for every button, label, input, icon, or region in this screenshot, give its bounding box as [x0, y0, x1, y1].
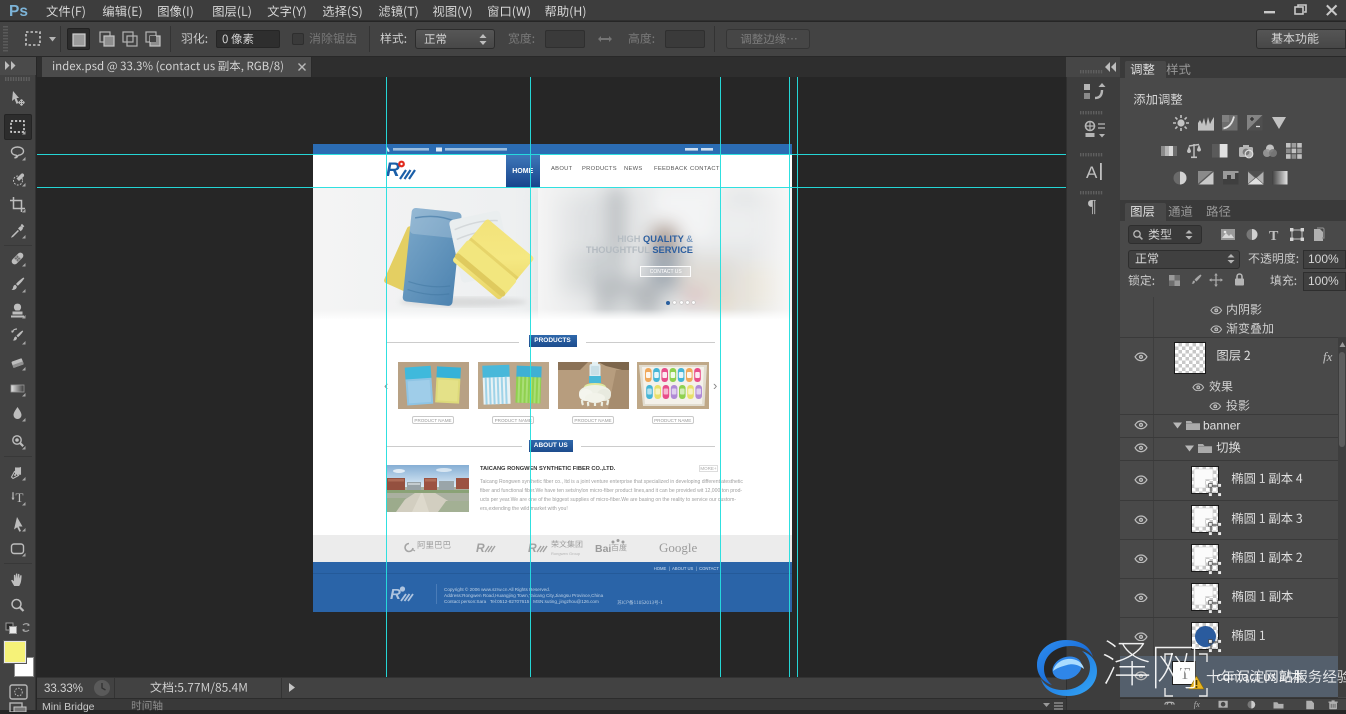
svg-text:33.33%: 33.33% — [44, 683, 83, 695]
svg-text:T: T — [16, 490, 24, 505]
svg-text:Rongwen Group: Rongwen Group — [551, 551, 581, 556]
svg-text:banner: banner — [1203, 419, 1240, 433]
svg-text:A: A — [1086, 163, 1098, 182]
svg-text:R: R — [476, 541, 485, 555]
svg-text:¶: ¶ — [1088, 196, 1096, 216]
svg-text:R: R — [390, 586, 401, 603]
svg-text:Mini Bridge: Mini Bridge — [42, 701, 95, 712]
svg-text:Bai: Bai — [595, 543, 611, 555]
svg-text:100%: 100% — [1308, 274, 1339, 288]
svg-text:Google: Google — [659, 540, 698, 555]
svg-text:fx: fx — [1323, 350, 1333, 364]
svg-text:T: T — [1269, 229, 1279, 242]
svg-text:100%: 100% — [1308, 252, 1339, 266]
svg-text:R: R — [386, 160, 400, 181]
svg-text:Ps: Ps — [9, 3, 28, 20]
